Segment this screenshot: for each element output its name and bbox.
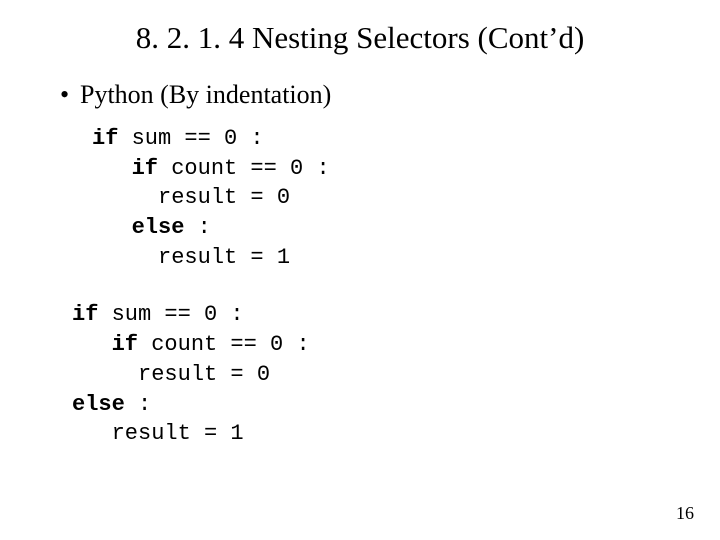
code-text: result = 1 <box>92 245 290 270</box>
keyword-if: if <box>92 156 158 181</box>
slide-title: 8. 2. 1. 4 Nesting Selectors (Cont’d) <box>0 20 720 56</box>
code-text: result = 1 <box>72 421 244 446</box>
page-number: 16 <box>676 503 694 524</box>
keyword-if: if <box>92 126 118 151</box>
code-block-1: if sum == 0 : if count == 0 : result = 0… <box>92 124 680 272</box>
code-text: count == 0 : <box>138 332 310 357</box>
code-text: result = 0 <box>92 185 290 210</box>
bullet-item: •Python (By indentation) <box>60 80 680 110</box>
code-block-2: if sum == 0 : if count == 0 : result = 0… <box>72 300 680 448</box>
keyword-if: if <box>72 332 138 357</box>
code-text: : <box>125 392 151 417</box>
keyword-else: else <box>92 215 184 240</box>
slide: 8. 2. 1. 4 Nesting Selectors (Cont’d) •P… <box>0 0 720 540</box>
code-text: : <box>184 215 210 240</box>
code-text: result = 0 <box>72 362 270 387</box>
slide-body: •Python (By indentation) if sum == 0 : i… <box>60 80 680 477</box>
code-text: sum == 0 : <box>98 302 243 327</box>
keyword-else: else <box>72 392 125 417</box>
code-text: sum == 0 : <box>118 126 263 151</box>
code-text: count == 0 : <box>158 156 330 181</box>
bullet-text: Python (By indentation) <box>80 80 331 109</box>
keyword-if: if <box>72 302 98 327</box>
bullet-dot: • <box>60 80 80 110</box>
